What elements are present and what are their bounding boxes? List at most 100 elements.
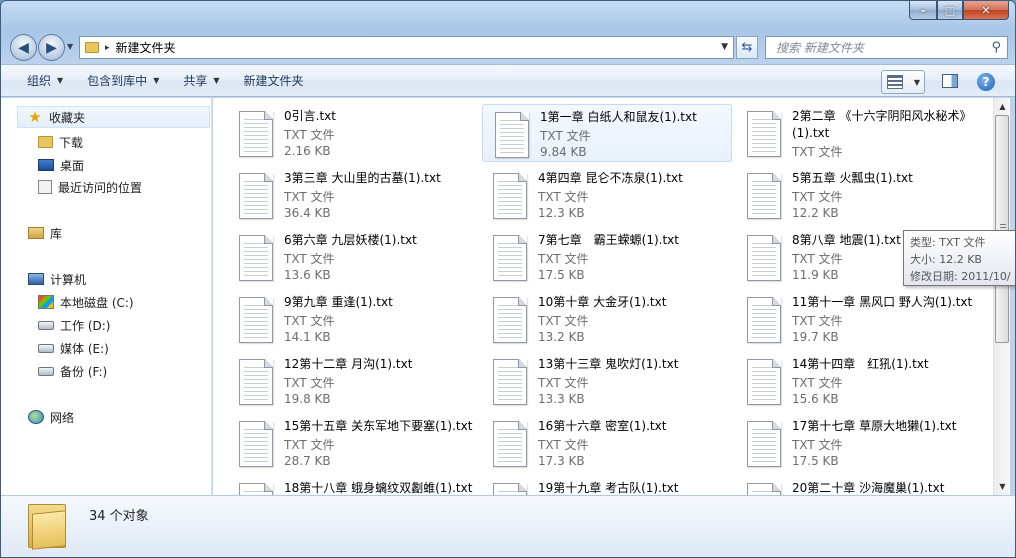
tooltip-size: 大小: 12.2 KB [910,253,982,266]
file-name: 20第二十章 沙海魔巢(1).txt [792,481,945,495]
file-tile[interactable]: 0引言.txt TXT 文件 2.16 KB [227,104,477,162]
sidebar-item-desktop[interactable]: 桌面 [38,154,84,176]
back-arrow-icon: ◀ [18,39,29,56]
refresh-button[interactable]: ⇆ [736,36,758,59]
text-file-icon [493,297,527,343]
text-file-icon [747,421,781,467]
forward-button[interactable]: ▶ [38,34,65,61]
address-history-dropdown[interactable]: ▼ [721,42,728,52]
file-tile[interactable]: 16第十六章 密室(1).txt TXT 文件 17.3 KB [481,414,731,472]
navigation-bar: ◀ ▶ ▼ ▸ 新建文件夹 ▼ ⇆ 搜索 新建文件夹 ⚲ [1,32,1015,62]
folder-icon [85,42,99,53]
file-name: 3第三章 大山里的古墓(1).txt [284,171,441,185]
preview-pane-icon[interactable] [942,74,958,88]
file-type: TXT 文件 [538,314,589,328]
file-tile[interactable]: 18第十八章 蛾身螭纹双劙蜼(1).txt [227,476,477,495]
file-size: 12.2 KB [792,206,839,220]
tooltip-date: 修改日期: 2011/10/ [910,270,1011,283]
sidebar-item-drive-e[interactable]: 媒体 (E:) [38,337,109,359]
file-tile[interactable]: 13第十三章 鬼吹灯(1).txt TXT 文件 13.3 KB [481,352,731,410]
address-bar[interactable]: ▸ 新建文件夹 ▼ [79,36,734,59]
file-tile[interactable]: 3第三章 大山里的古墓(1).txt TXT 文件 36.4 KB [227,166,477,224]
new-folder-button[interactable]: 新建文件夹 [244,72,304,89]
search-icon[interactable]: ⚲ [991,40,1001,55]
file-size: 2.16 KB [284,144,331,158]
back-button[interactable]: ◀ [10,34,37,61]
file-tile[interactable]: 6第六章 九层妖楼(1).txt TXT 文件 13.6 KB [227,228,477,286]
file-size: 11.9 KB [792,268,839,282]
change-view-button[interactable]: ▼ [881,70,925,94]
sidebar-item-favorites[interactable]: ★ 收藏夹 [17,106,210,128]
file-tile[interactable]: 9第九章 重逢(1).txt TXT 文件 14.1 KB [227,290,477,348]
file-type: TXT 文件 [538,438,589,452]
file-list: 0引言.txt TXT 文件 2.16 KB 1第一章 白纸人和鼠友(1).tx… [213,98,993,495]
vertical-scrollbar[interactable]: ▲ ▼ [993,98,1010,495]
forward-arrow-icon: ▶ [46,39,57,56]
share-menu[interactable]: 共享 ▼ [183,72,219,89]
file-type: TXT 文件 [284,128,335,142]
text-file-icon [239,297,273,343]
breadcrumb-current-folder[interactable]: 新建文件夹 [116,39,176,56]
file-type: TXT 文件 [540,129,591,143]
drive-icon [38,320,54,330]
search-input[interactable]: 搜索 新建文件夹 [776,39,864,56]
include-in-library-menu[interactable]: 包含到库中 ▼ [87,72,159,89]
text-file-icon [495,112,529,158]
organize-menu[interactable]: 组织 ▼ [27,72,63,89]
file-size: 9.84 KB [540,145,587,159]
file-type: TXT 文件 [284,438,335,452]
file-tile[interactable]: 17第十七章 草原大地獭(1).txt TXT 文件 17.5 KB [735,414,985,472]
sidebar-item-drive-f[interactable]: 备份 (F:) [38,360,107,382]
file-tile[interactable]: 20第二十章 沙海魔巢(1).txt [735,476,985,495]
desktop-icon [38,159,54,171]
sidebar-item-recent-places[interactable]: 最近访问的位置 [38,176,142,198]
recent-pages-dropdown[interactable]: ▼ [67,42,73,51]
downloads-folder-icon [38,136,53,148]
file-tile[interactable]: 4第四章 昆仑不冻泉(1).txt TXT 文件 12.3 KB [481,166,731,224]
file-size: 17.5 KB [792,454,839,468]
file-type: TXT 文件 [284,314,335,328]
file-size: 28.7 KB [284,454,331,468]
text-file-icon [493,421,527,467]
maximize-button[interactable]: □ [937,1,963,20]
refresh-icon: ⇆ [741,40,753,55]
file-name: 16第十六章 密室(1).txt [538,419,667,433]
file-size: 19.8 KB [284,392,331,406]
minimize-button[interactable]: – [909,1,937,20]
sidebar-item-downloads[interactable]: 下载 [38,131,83,153]
sidebar-item-network[interactable]: 网络 [28,406,74,428]
help-icon[interactable]: ? [977,73,995,91]
breadcrumb-separator[interactable]: ▸ [105,43,110,53]
scroll-up-arrow-icon[interactable]: ▲ [994,98,1011,115]
file-tile[interactable]: 1第一章 白纸人和鼠友(1).txt TXT 文件 9.84 KB [482,104,732,162]
file-tile[interactable]: 5第五章 火瓢虫(1).txt TXT 文件 12.2 KB [735,166,985,224]
text-file-icon [747,173,781,219]
text-file-icon [493,483,527,495]
close-button[interactable]: ✕ [963,1,1009,20]
sidebar-item-libraries[interactable]: 库 [28,222,62,244]
computer-icon [28,273,44,285]
file-tile[interactable]: 2第二章 《十六字阴阳风水秘术》(1).txt TXT 文件 [735,104,985,162]
text-file-icon [747,297,781,343]
file-tile[interactable]: 10第十章 大金牙(1).txt TXT 文件 13.2 KB [481,290,731,348]
search-box[interactable]: 搜索 新建文件夹 ⚲ [765,36,1008,59]
file-tile[interactable]: 19第十九章 考古队(1).txt [481,476,731,495]
file-tile[interactable]: 15第十五章 关东军地下要塞(1).txt TXT 文件 28.7 KB [227,414,477,472]
sidebar-item-computer[interactable]: 计算机 [28,268,86,290]
text-file-icon [239,421,273,467]
file-tile[interactable]: 7第七章 霸王蝾螈(1).txt TXT 文件 17.5 KB [481,228,731,286]
scrollbar-thumb[interactable] [995,115,1009,343]
file-type: TXT 文件 [792,145,843,159]
file-name: 12第十二章 月沟(1).txt [284,357,413,371]
sidebar-item-drive-d[interactable]: 工作 (D:) [38,314,110,336]
tooltip-type: 类型: TXT 文件 [910,236,986,249]
file-name: 0引言.txt [284,109,336,123]
scroll-down-arrow-icon[interactable]: ▼ [994,478,1011,495]
file-tile[interactable]: 12第十二章 月沟(1).txt TXT 文件 19.8 KB [227,352,477,410]
sidebar-item-drive-c[interactable]: 本地磁盘 (C:) [38,291,134,313]
file-type: TXT 文件 [792,438,843,452]
file-tile[interactable]: 11第十一章 黑风口 野人沟(1).txt TXT 文件 19.7 KB [735,290,985,348]
file-name: 11第十一章 黑风口 野人沟(1).txt [792,295,973,309]
text-file-icon [747,235,781,281]
file-tile[interactable]: 14第十四章 红犼(1).txt TXT 文件 15.6 KB [735,352,985,410]
